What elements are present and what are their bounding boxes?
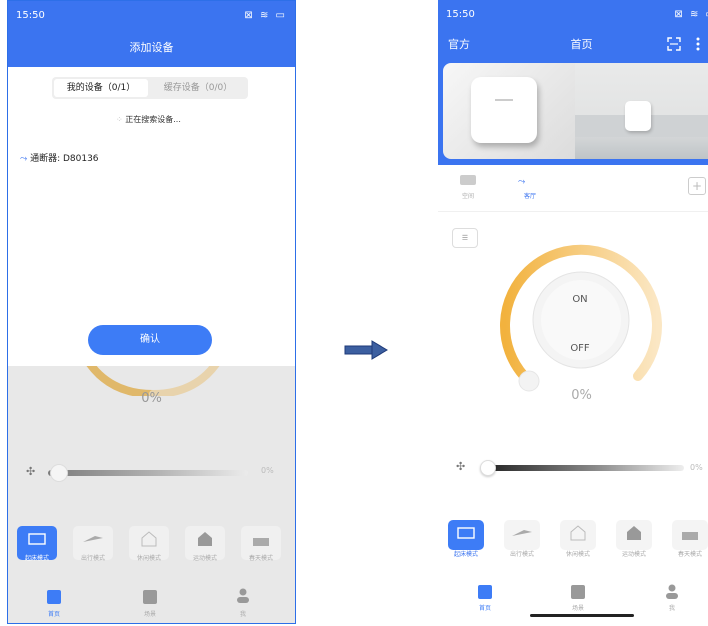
- add-device-dialog: 我的设备（0/1） 缓存设备（0/0） ⁘ 正在搜索设备... ⤳ 通断器: D…: [8, 67, 295, 366]
- confirm-button[interactable]: 确认: [88, 325, 212, 355]
- off-button[interactable]: OFF: [564, 343, 596, 354]
- percent-label: 0%: [141, 391, 162, 406]
- more-icon[interactable]: [695, 37, 701, 51]
- status-bar: 15:50 ⊠ ≋ ▭: [438, 0, 708, 32]
- bed-icon: [28, 533, 46, 545]
- device-tabs: 我的设备（0/1） 缓存设备（0/0）: [52, 77, 248, 99]
- tab-living-room[interactable]: 客厅: [510, 191, 550, 200]
- plane-icon: [512, 530, 532, 536]
- scene-nav-icon[interactable]: [143, 590, 157, 604]
- carousel-dots[interactable]: [583, 152, 603, 155]
- scan-icon[interactable]: [667, 37, 681, 51]
- room-tabs: 空间 ⤳ 客厅 +: [438, 165, 708, 211]
- home-nav-icon[interactable]: [47, 590, 61, 604]
- status-bar: 15:50 ⊠ ≋ ▭: [8, 1, 295, 33]
- user-nav-icon[interactable]: [665, 584, 679, 600]
- brightness-slider[interactable]: [484, 465, 684, 471]
- cake-icon: [253, 538, 269, 546]
- mode-label: 春天模式: [248, 555, 273, 562]
- house-icon: [141, 531, 157, 547]
- brightness-icon: ✣: [26, 465, 36, 478]
- tab-cached-devices[interactable]: 缓存设备（0/0）: [150, 79, 246, 97]
- add-room-icon[interactable]: +: [688, 177, 706, 195]
- user-nav-icon[interactable]: [236, 588, 250, 604]
- room-photo: [575, 63, 708, 159]
- socket-holes: [495, 99, 513, 109]
- mode-label: 出行模式: [509, 551, 534, 558]
- brightness-slider[interactable]: [48, 470, 248, 476]
- plane-icon: [83, 536, 103, 542]
- mode-label: 运动模式: [621, 551, 646, 558]
- tab-my-devices[interactable]: 我的设备（0/1）: [54, 79, 148, 97]
- spinner-icon: ⁘: [116, 115, 123, 124]
- search-status: ⁘ 正在搜索设备...: [116, 114, 181, 125]
- bed-icon: [457, 527, 475, 539]
- breaker-icon[interactable]: ⤳: [518, 177, 525, 187]
- breaker-icon: ⤳: [20, 154, 28, 164]
- home-nav-icon[interactable]: [478, 585, 492, 599]
- left-phone-screen: 15:50 ⊠ ≋ ▭ 添加设备 0% ✣ 0% 起床模式 出行模式 休闲模式: [7, 0, 296, 624]
- mode-label: 休闲模式: [565, 551, 590, 558]
- home-icon: [198, 532, 212, 546]
- dimmed-background: 0% ✣ 0% 起床模式 出行模式 休闲模式 运动模式 春天模式 首页 场景 我: [8, 356, 295, 623]
- slider-knob[interactable]: [480, 460, 496, 476]
- brightness-icon: ✣: [456, 460, 466, 473]
- mode-label: 起床模式: [453, 551, 478, 558]
- house-icon: [570, 525, 586, 541]
- mode-leisure[interactable]: [560, 520, 596, 550]
- status-icons: ⊠ ≋ ▭: [244, 10, 287, 21]
- slider-percent: 0%: [261, 466, 274, 475]
- nav-label[interactable]: 我: [652, 603, 692, 612]
- nav-label[interactable]: 我: [223, 609, 263, 618]
- mode-sport[interactable]: [616, 520, 652, 550]
- nav-label[interactable]: 首页: [34, 609, 74, 618]
- device-label: 通断器: D80136: [30, 154, 99, 164]
- mode-label: 休闲模式: [136, 555, 161, 562]
- plug-in-room-image: [625, 101, 651, 131]
- search-status-text: 正在搜索设备...: [125, 115, 181, 124]
- product-photo: [443, 63, 575, 159]
- home-indicator[interactable]: [530, 614, 634, 617]
- page-title: 添加设备: [129, 41, 174, 54]
- right-phone-screen: 15:50 ⊠ ≋ ▭ 官方 首页 空间 ⤳ 客厅 +: [438, 0, 708, 622]
- status-icons: ⊠ ≋ ▭: [674, 9, 708, 20]
- banner-carousel[interactable]: [443, 63, 708, 159]
- percent-label: 0%: [571, 388, 592, 403]
- slider-knob[interactable]: [50, 464, 68, 482]
- space-icon[interactable]: [460, 175, 476, 185]
- on-button[interactable]: ON: [566, 294, 594, 305]
- status-time: 15:50: [16, 10, 45, 21]
- divider: [438, 211, 708, 212]
- tab-space[interactable]: 空间: [448, 191, 488, 200]
- mode-label: 起床模式: [24, 555, 49, 562]
- device-item[interactable]: ⤳ 通断器: D80136: [20, 151, 99, 164]
- nav-label[interactable]: 首页: [465, 603, 505, 612]
- mode-label: 运动模式: [192, 555, 217, 562]
- nav-label[interactable]: 场景: [558, 603, 598, 612]
- slider-percent: 0%: [690, 463, 703, 472]
- mode-wakeup[interactable]: [448, 520, 484, 550]
- mode-label: 出行模式: [80, 555, 105, 562]
- home-icon: [627, 526, 641, 540]
- power-dial[interactable]: [496, 240, 666, 400]
- mode-travel[interactable]: [504, 520, 540, 550]
- scene-nav-icon[interactable]: [571, 585, 585, 599]
- cake-icon: [682, 532, 698, 540]
- smart-plug-image: [471, 77, 537, 143]
- arrow-icon: [344, 340, 388, 360]
- mode-label: 春天模式: [677, 551, 702, 558]
- mode-spring[interactable]: [672, 520, 708, 550]
- status-time: 15:50: [446, 9, 475, 20]
- nav-label[interactable]: 场景: [130, 609, 170, 618]
- toggle-list-icon[interactable]: ☰: [452, 228, 478, 248]
